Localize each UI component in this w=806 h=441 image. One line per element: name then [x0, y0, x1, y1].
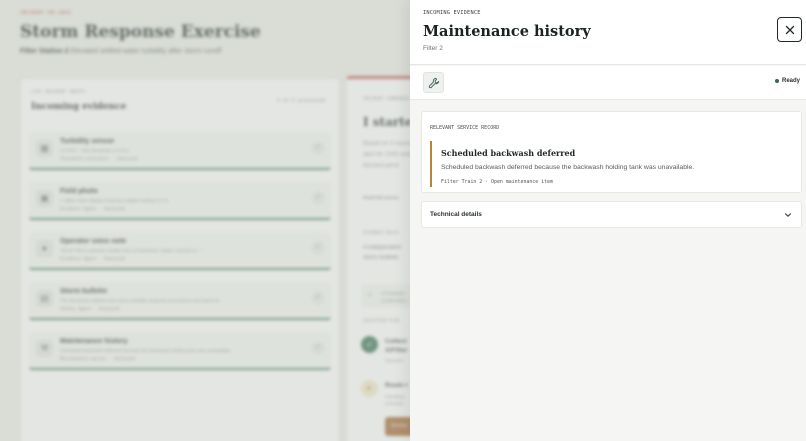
technical-details-label: Technical details — [430, 211, 482, 218]
close-icon — [785, 25, 794, 34]
service-record-eyebrow: RELEVANT SERVICE RECORD — [430, 125, 500, 131]
status-badge: Ready — [774, 78, 800, 84]
wrench-icon — [428, 77, 439, 88]
evidence-drawer: INCOMING EVIDENCE Maintenance history Fi… — [410, 0, 806, 441]
chevron-down-icon — [784, 213, 792, 217]
close-button[interactable] — [777, 17, 802, 42]
service-record-card: RELEVANT SERVICE RECORD Scheduled backwa… — [421, 111, 802, 193]
service-record: Scheduled backwash deferred Scheduled ba… — [430, 141, 794, 187]
drawer-header: INCOMING EVIDENCE Maintenance history Fi… — [410, 0, 806, 65]
service-record-meta: Filter Train 2 · Open maintenance item — [441, 179, 553, 185]
drawer-eyebrow: INCOMING EVIDENCE — [423, 10, 481, 16]
drawer-toolbar: Ready — [410, 66, 806, 100]
drawer-title: Maintenance history — [423, 23, 591, 40]
service-record-body: Scheduled backwash deferred because the … — [441, 164, 695, 171]
drawer-subtitle: Filter 2 — [423, 45, 443, 52]
technical-details-accordion[interactable]: Technical details — [421, 201, 802, 228]
status-text: Ready — [781, 78, 800, 84]
service-record-title: Scheduled backwash deferred — [441, 148, 576, 158]
status-dot-icon — [774, 79, 779, 83]
evidence-type-badge — [423, 72, 444, 93]
